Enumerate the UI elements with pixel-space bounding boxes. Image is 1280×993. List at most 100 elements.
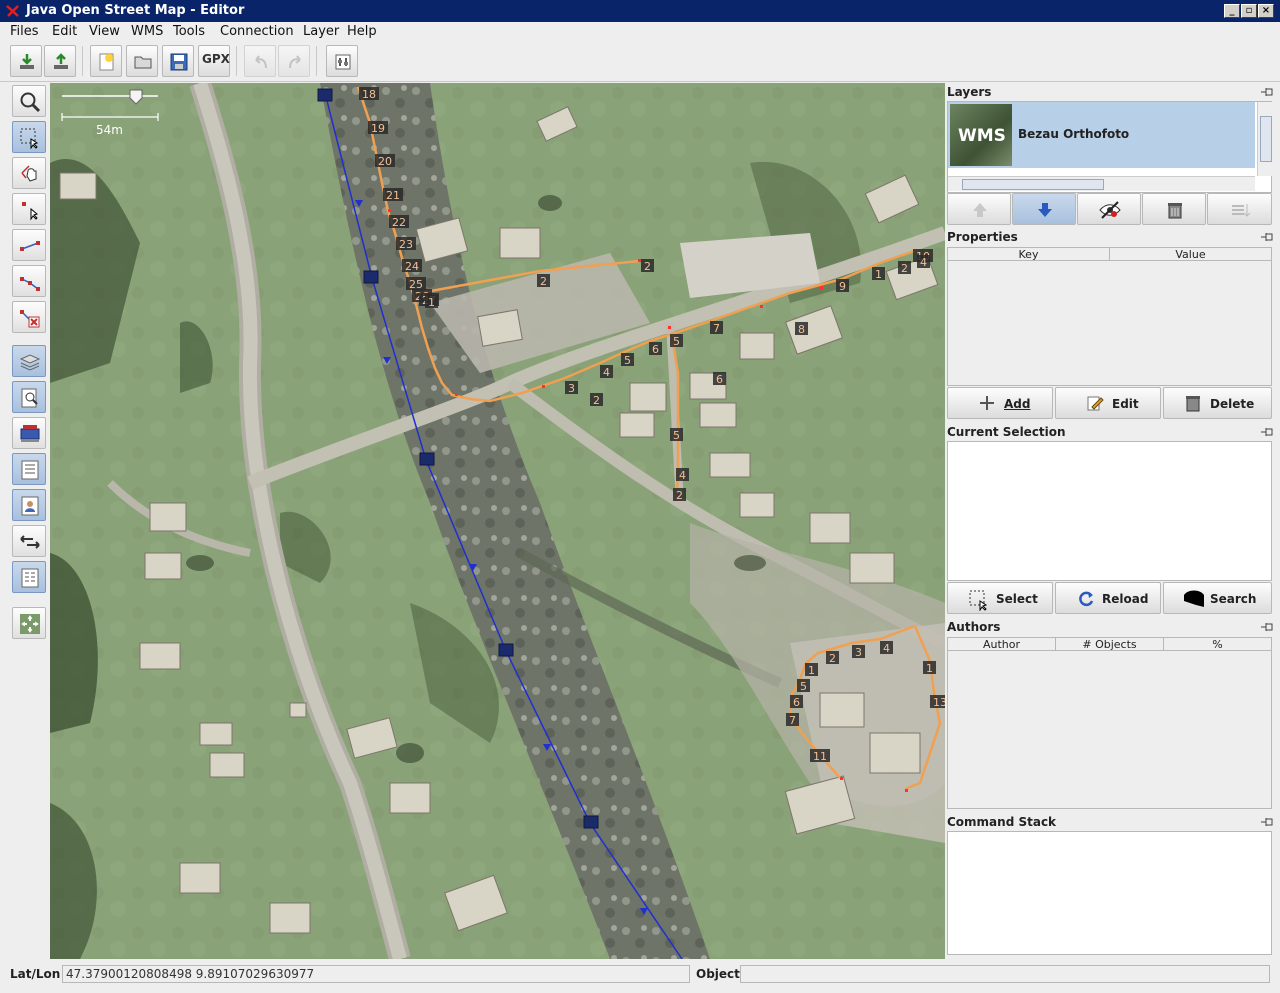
node-number-label: 2 <box>676 489 683 502</box>
edit-property-button[interactable]: Edit <box>1055 387 1161 419</box>
node-number-label: 2 <box>593 394 600 407</box>
layer-visibility-button[interactable] <box>1077 193 1141 225</box>
current-selection-title: Current Selection <box>947 425 1066 439</box>
toolbar-separator <box>236 46 237 76</box>
pin-icon[interactable] <box>1260 622 1274 632</box>
scale-label: 54m <box>96 123 123 137</box>
add-node-icon <box>22 202 39 221</box>
preferences-button[interactable] <box>326 45 358 77</box>
delete-property-button[interactable]: Delete <box>1163 387 1272 419</box>
add-segment-tool-button[interactable] <box>12 229 46 261</box>
upload-button[interactable] <box>44 45 76 77</box>
toolbar-separator <box>82 46 83 76</box>
layer-row-bezau[interactable]: WMS Bezau Orthofoto <box>948 102 1255 168</box>
layer-list-toggle[interactable] <box>12 345 46 377</box>
trash-can-icon <box>1168 203 1182 219</box>
zoom-to-data-button[interactable] <box>12 607 46 639</box>
command-stack-toggle[interactable] <box>12 525 46 557</box>
map-view[interactable]: 1819202122232425262712223456565427891012… <box>50 83 945 959</box>
menu-tools[interactable]: Tools <box>173 24 205 39</box>
menu-edit[interactable]: Edit <box>52 24 77 39</box>
layer-down-button[interactable] <box>1012 193 1076 225</box>
layer-list-vscrollbar[interactable] <box>1257 102 1272 176</box>
history-list-icon <box>21 568 39 588</box>
command-stack-header: Command Stack <box>947 815 1274 831</box>
layer-up-button[interactable] <box>947 193 1011 225</box>
add-way-tool-button[interactable] <box>12 265 46 297</box>
authors-table[interactable] <box>947 651 1272 809</box>
column-value[interactable]: Value <box>1110 248 1271 261</box>
arrow-down-icon <box>1038 203 1052 217</box>
node-number-label: 21 <box>386 189 400 202</box>
properties-table[interactable] <box>947 261 1272 386</box>
properties-toggle[interactable] <box>12 381 46 413</box>
selection-list[interactable] <box>947 441 1272 581</box>
new-button[interactable] <box>90 45 122 77</box>
plus-icon <box>980 396 994 410</box>
maximize-button[interactable]: ▫ <box>1241 4 1257 18</box>
edit-label: Edit <box>1112 397 1139 411</box>
add-node-tool-button[interactable] <box>12 193 46 225</box>
current-selection-header: Current Selection <box>947 425 1274 441</box>
select-button[interactable]: Select <box>947 582 1053 614</box>
zoom-tool-button[interactable] <box>12 85 46 117</box>
open-button[interactable] <box>126 45 158 77</box>
undo-button[interactable] <box>244 45 276 77</box>
menu-help[interactable]: Help <box>347 24 377 39</box>
conflict-toggle[interactable] <box>12 417 46 449</box>
reload-button[interactable]: Reload <box>1055 582 1161 614</box>
column-percent[interactable]: % <box>1164 638 1271 651</box>
column-key[interactable]: Key <box>948 248 1110 261</box>
node-number-label: 1 <box>875 268 882 281</box>
node-number-label: 1 <box>926 662 933 675</box>
node-number-label: 24 <box>405 260 419 273</box>
column-author[interactable]: Author <box>948 638 1056 651</box>
search-button[interactable]: Search <box>1163 582 1272 614</box>
pin-icon[interactable] <box>1260 232 1274 242</box>
minimize-button[interactable]: _ <box>1224 4 1240 18</box>
menu-files[interactable]: Files <box>10 24 39 39</box>
select-cursor-icon <box>969 590 988 611</box>
command-stack-list[interactable] <box>947 831 1272 955</box>
history-toggle[interactable] <box>12 561 46 593</box>
menu-connection[interactable]: Connection <box>220 24 294 39</box>
add-property-button[interactable]: Add <box>947 387 1053 419</box>
select-tool-button[interactable] <box>12 121 46 153</box>
redo-button[interactable] <box>278 45 310 77</box>
save-button[interactable] <box>162 45 194 77</box>
node-number-label: 5 <box>673 429 680 442</box>
node-number-label: 8 <box>798 323 805 336</box>
authors-header: Authors <box>947 620 1274 636</box>
pin-icon[interactable] <box>1260 817 1274 827</box>
column-objects[interactable]: # Objects <box>1056 638 1164 651</box>
move-tool-button[interactable] <box>12 157 46 189</box>
authors-toggle[interactable] <box>12 489 46 521</box>
preferences-icon <box>335 54 351 70</box>
arrow-up-icon <box>973 203 987 217</box>
menu-view[interactable]: View <box>89 24 120 39</box>
save-icon <box>170 53 188 71</box>
node-number-label: 4 <box>679 469 686 482</box>
aerial-map[interactable]: 1819202122232425262712223456565427891012… <box>50 83 945 959</box>
layer-merge-button[interactable] <box>1207 193 1272 225</box>
layer-list-hscrollbar[interactable] <box>948 176 1255 191</box>
select-label: Select <box>996 592 1038 606</box>
way-icon <box>20 277 40 291</box>
node-number-label: 1 <box>808 664 815 677</box>
pin-icon[interactable] <box>1260 87 1274 97</box>
pin-icon[interactable] <box>1260 427 1274 437</box>
conflict-icon <box>20 425 40 442</box>
menu-layer[interactable]: Layer <box>303 24 339 39</box>
layer-delete-button[interactable] <box>1142 193 1206 225</box>
menu-wms[interactable]: WMS <box>131 24 163 39</box>
delete-label: Delete <box>1210 397 1255 411</box>
selection-list-toggle[interactable] <box>12 453 46 485</box>
save-gpx-button[interactable]: GPX <box>198 45 230 77</box>
node-number-label: 7 <box>713 322 720 335</box>
node-number-label: 5 <box>800 680 807 693</box>
reload-icon <box>1079 591 1094 607</box>
download-button[interactable] <box>10 45 42 77</box>
delete-tool-button[interactable] <box>12 301 46 333</box>
close-button[interactable]: × <box>1258 4 1274 18</box>
segment-icon <box>20 241 40 251</box>
